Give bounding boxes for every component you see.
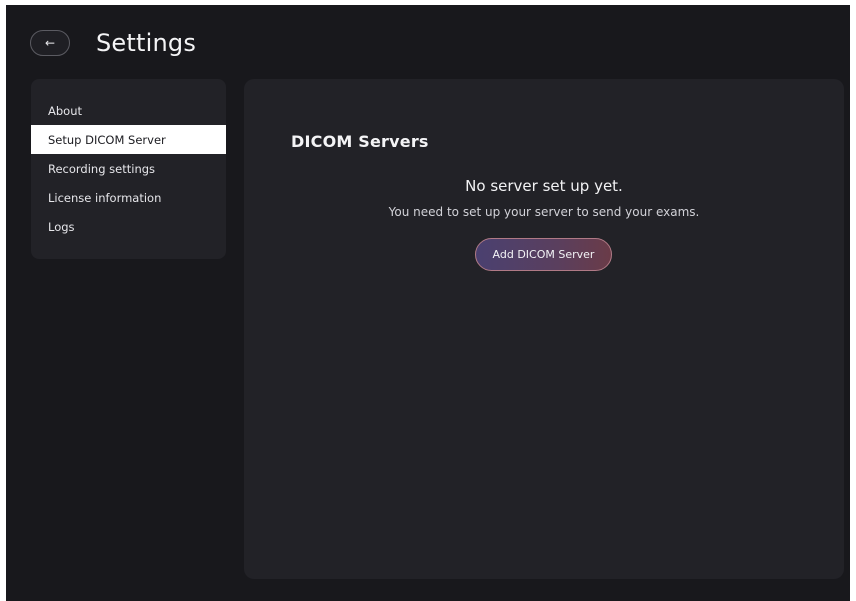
sidebar-item-logs[interactable]: Logs (31, 212, 226, 241)
sidebar-item-recording-settings[interactable]: Recording settings (31, 154, 226, 183)
header: ← Settings (30, 29, 196, 57)
sidebar-item-license-information[interactable]: License information (31, 183, 226, 212)
dicom-servers-panel: DICOM Servers No server set up yet. You … (244, 79, 844, 579)
section-title: DICOM Servers (291, 132, 429, 151)
add-dicom-server-button[interactable]: Add DICOM Server (475, 238, 612, 271)
sidebar-item-about[interactable]: About (31, 96, 226, 125)
page-title: Settings (96, 29, 197, 57)
sidebar-item-setup-dicom-server[interactable]: Setup DICOM Server (31, 125, 226, 154)
sidebar-item-label: About (48, 103, 83, 118)
sidebar-item-label: Logs (48, 219, 75, 234)
empty-state-title: No server set up yet. (465, 177, 623, 195)
settings-window: ← Settings About Setup DICOM Server Reco… (6, 5, 850, 601)
sidebar-item-label: Setup DICOM Server (48, 132, 166, 147)
settings-sidebar: About Setup DICOM Server Recording setti… (31, 79, 226, 259)
back-button[interactable]: ← (30, 30, 70, 56)
arrow-left-icon: ← (44, 36, 56, 50)
sidebar-item-label: Recording settings (48, 161, 156, 176)
sidebar-item-label: License information (48, 190, 162, 205)
empty-state-subtitle: You need to set up your server to send y… (388, 205, 700, 219)
